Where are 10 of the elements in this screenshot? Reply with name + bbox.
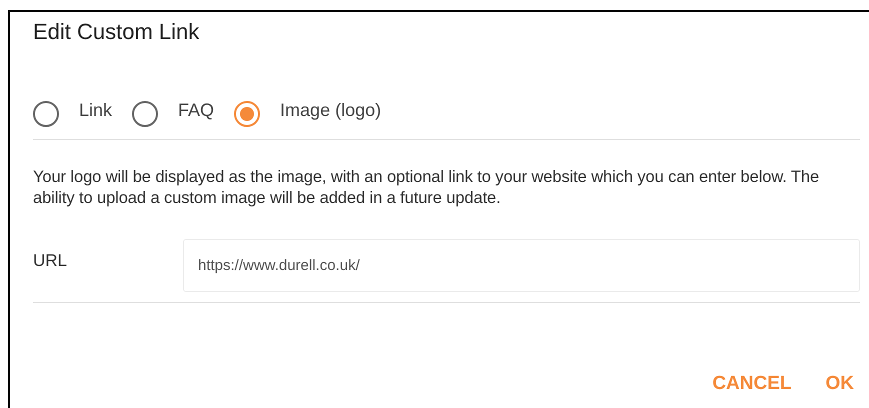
description-text: Your logo will be displayed as the image, with an optional link to your website which you can enter below. The ability to upload a custom image will be added in a future update. [33,167,820,209]
radio-button[interactable] [234,101,260,127]
radio-label[interactable]: Link [79,100,112,120]
radio-button[interactable] [33,101,59,127]
radio-button[interactable] [132,101,158,127]
dialog-title: Edit Custom Link [33,19,200,46]
url-field[interactable]: https://www.durell.co.uk/ [183,239,860,292]
url-label: URL [33,251,68,271]
radio-label[interactable]: FAQ [178,100,214,120]
radio-label[interactable]: Image (logo) [280,100,382,120]
